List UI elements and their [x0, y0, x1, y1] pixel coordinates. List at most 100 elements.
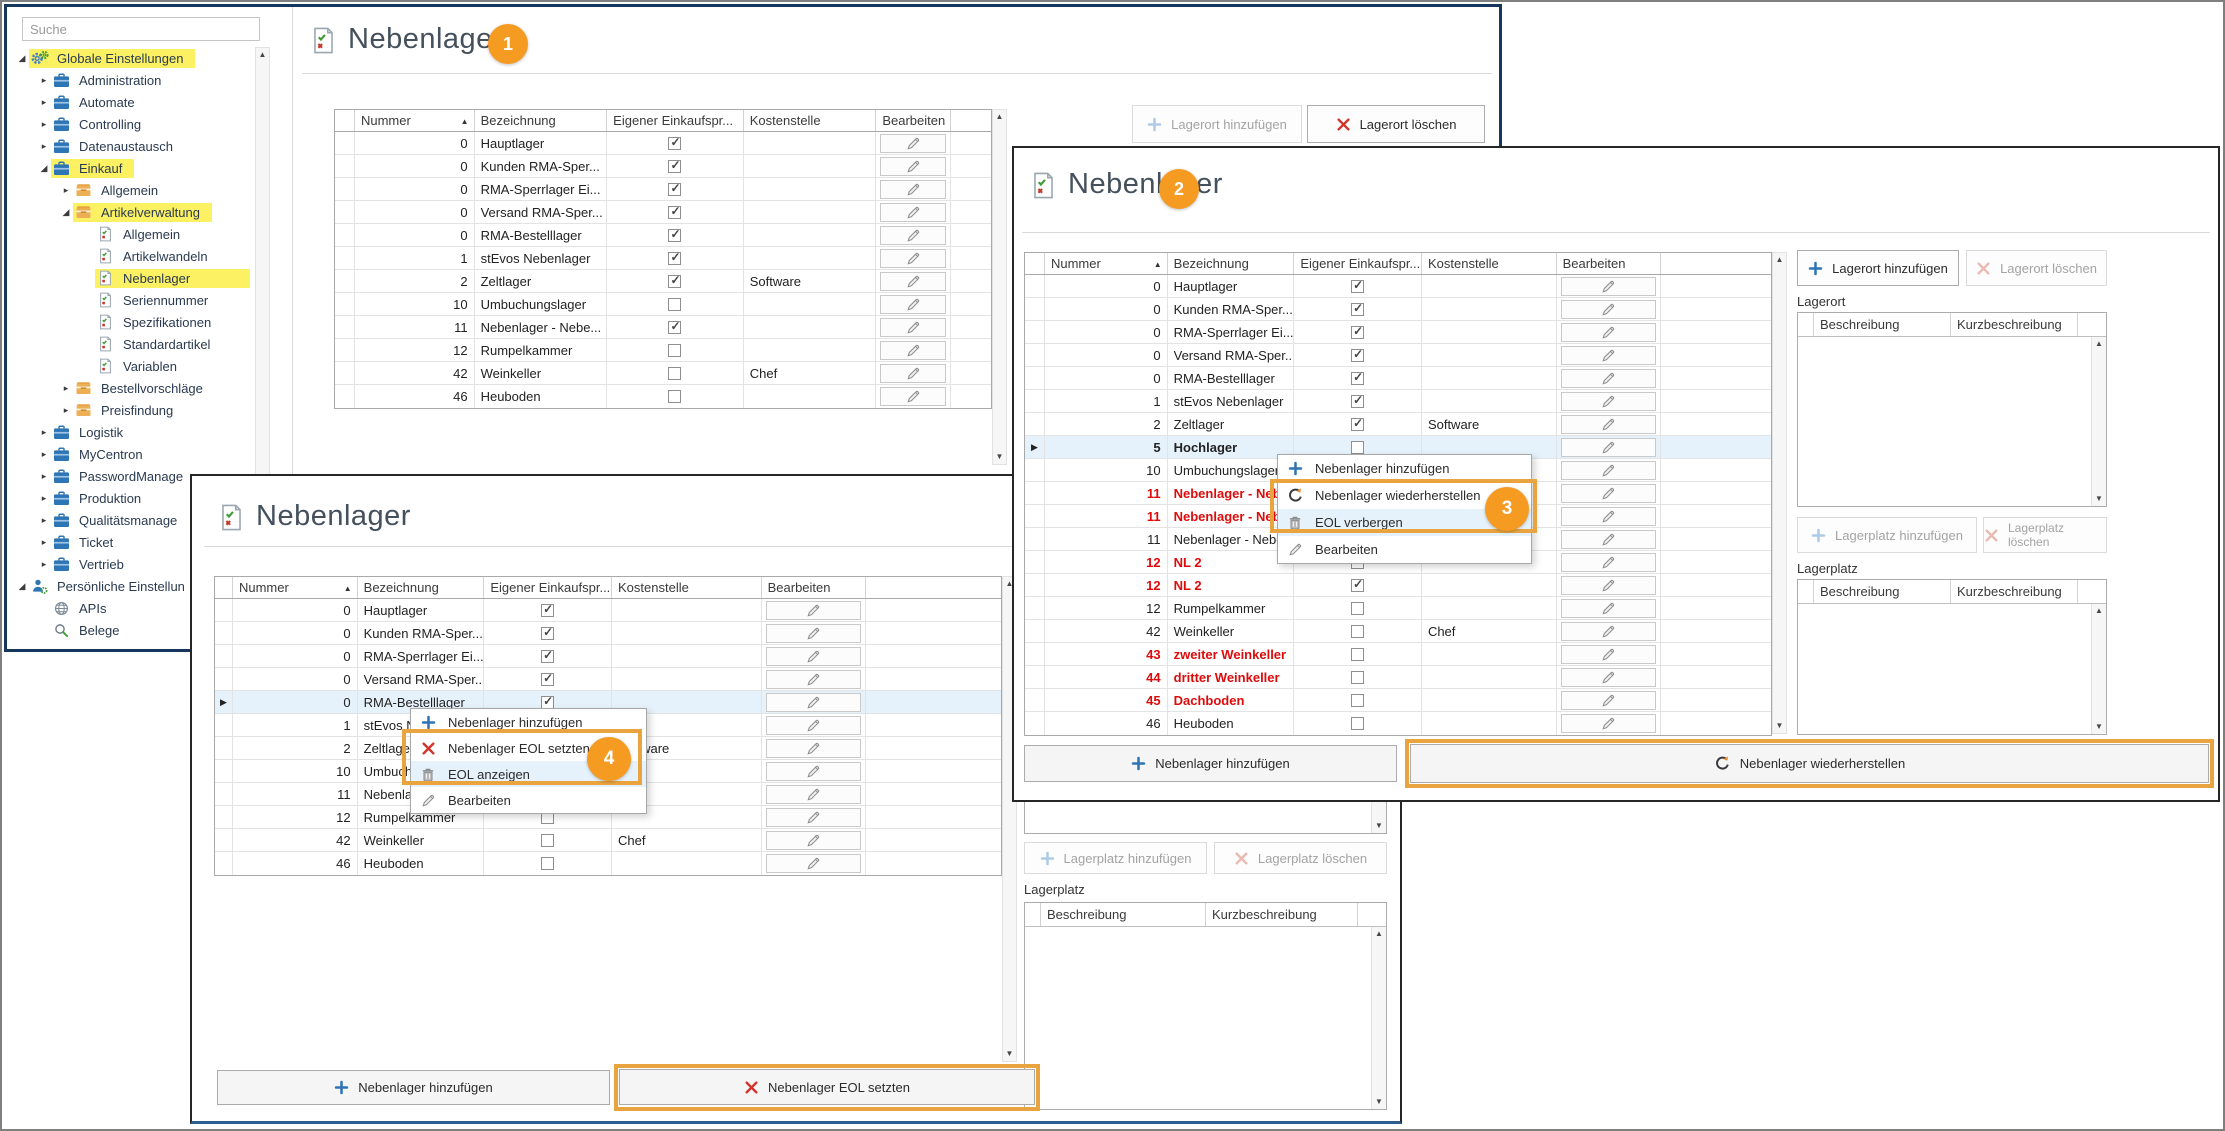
eigener-einkaufspreis-checkbox[interactable] — [668, 137, 681, 150]
edit-row-button[interactable] — [880, 249, 946, 268]
edit-row-button[interactable] — [880, 364, 946, 383]
table-row[interactable]: 2ZeltlagerSoftware — [1025, 413, 1771, 436]
column-header-nummer[interactable]: Nummer▲ — [355, 110, 475, 131]
eigener-einkaufspreis-checkbox[interactable] — [1351, 326, 1364, 339]
tree-item-allgemein[interactable]: Allgemein — [13, 223, 255, 245]
column-header-bezeichnung[interactable]: Bezeichnung — [475, 110, 608, 131]
eigener-einkaufspreis-checkbox[interactable] — [1351, 441, 1364, 454]
menu-item-nebenlager-hinzufügen[interactable]: Nebenlager hinzufügen — [411, 709, 646, 735]
eigener-einkaufspreis-checkbox[interactable] — [1351, 579, 1364, 592]
expander-open-icon[interactable]: ◢ — [15, 53, 29, 64]
table-row[interactable]: 0RMA-Sperrlager Ei... — [1025, 321, 1771, 344]
edit-row-button[interactable] — [766, 624, 862, 643]
add-lagerplatz-button[interactable]: Lagerplatz hinzufügen — [1797, 517, 1977, 553]
table-row[interactable]: 0Hauptlager — [1025, 275, 1771, 298]
edit-row-button[interactable] — [766, 716, 862, 735]
add-lagerort-button[interactable]: Lagerort hinzufügen — [1132, 105, 1302, 143]
table-row[interactable]: 1stEvos Nebenlager — [1025, 390, 1771, 413]
scroll-down-icon[interactable]: ▼ — [1003, 1047, 1016, 1061]
scroll-down-icon[interactable]: ▼ — [1372, 819, 1386, 833]
eigener-einkaufspreis-checkbox[interactable] — [541, 673, 554, 686]
scroll-up-icon[interactable]: ▲ — [1773, 253, 1786, 267]
expander-closed-icon[interactable]: ▸ — [37, 119, 51, 130]
table-row[interactable]: 0Versand RMA-Sper... — [215, 668, 1001, 691]
eigener-einkaufspreis-checkbox[interactable] — [668, 229, 681, 242]
table-row[interactable]: 44dritter Weinkeller — [1025, 666, 1771, 689]
search-input[interactable] — [22, 17, 260, 41]
eigener-einkaufspreis-checkbox[interactable] — [668, 390, 681, 403]
table-row[interactable]: 42WeinkellerChef — [215, 829, 1001, 852]
edit-row-button[interactable] — [766, 670, 862, 689]
eigener-einkaufspreis-checkbox[interactable] — [1351, 418, 1364, 431]
eigener-einkaufspreis-checkbox[interactable] — [1351, 303, 1364, 316]
table-row[interactable]: 1stEvos Nebenlager — [335, 247, 991, 270]
tree-item-seriennummer[interactable]: Seriennummer — [13, 289, 255, 311]
eigener-einkaufspreis-checkbox[interactable] — [1351, 349, 1364, 362]
eigener-einkaufspreis-checkbox[interactable] — [1351, 625, 1364, 638]
edit-row-button[interactable] — [1561, 507, 1657, 526]
edit-row-button[interactable] — [1561, 530, 1657, 549]
expander-closed-icon[interactable]: ▸ — [59, 383, 73, 394]
column-header-bearbeiten[interactable]: Bearbeiten — [762, 577, 867, 598]
tree-item-einkauf[interactable]: ◢Einkauf — [13, 157, 255, 179]
edit-row-button[interactable] — [1561, 645, 1657, 664]
column-header-bezeichnung[interactable]: Bezeichnung — [1168, 253, 1295, 274]
table-row[interactable]: 0Versand RMA-Sper... — [1025, 344, 1771, 367]
scroll-down-icon[interactable]: ▼ — [2092, 720, 2106, 734]
edit-row-button[interactable] — [766, 785, 862, 804]
restore-nebenlager-button[interactable]: Nebenlager wiederherstellen — [1410, 744, 2209, 783]
table-scrollbar[interactable]: ▲▼ — [992, 109, 1007, 465]
table-row[interactable]: 10Umbuchungslager — [335, 293, 991, 316]
edit-row-button[interactable] — [1561, 438, 1657, 457]
table-row[interactable]: 0Kunden RMA-Sper... — [215, 622, 1001, 645]
table-row[interactable]: 0Hauptlager — [335, 132, 991, 155]
eigener-einkaufspreis-checkbox[interactable] — [668, 275, 681, 288]
column-header-nummer[interactable]: Nummer▲ — [1045, 253, 1168, 274]
column-header-eigener-einkaufspreis[interactable]: Eigener Einkaufspr... — [1294, 253, 1422, 274]
tree-item-logistik[interactable]: ▸Logistik — [13, 421, 255, 443]
eigener-einkaufspreis-checkbox[interactable] — [668, 183, 681, 196]
menu-item-bearbeiten[interactable]: Bearbeiten — [411, 787, 646, 813]
eigener-einkaufspreis-checkbox[interactable] — [541, 857, 554, 870]
eigener-einkaufspreis-checkbox[interactable] — [1351, 395, 1364, 408]
edit-row-button[interactable] — [1561, 484, 1657, 503]
edit-row-button[interactable] — [880, 341, 946, 360]
edit-row-button[interactable] — [1561, 346, 1657, 365]
edit-row-button[interactable] — [1561, 369, 1657, 388]
add-nebenlager-button[interactable]: Nebenlager hinzufügen — [1024, 745, 1397, 782]
eigener-einkaufspreis-checkbox[interactable] — [668, 298, 681, 311]
edit-row-button[interactable] — [1561, 714, 1657, 733]
expander-open-icon[interactable]: ◢ — [15, 581, 29, 592]
edit-row-button[interactable] — [1561, 691, 1657, 710]
table-row[interactable]: 46Heuboden — [335, 385, 991, 408]
scroll-down-icon[interactable]: ▼ — [1773, 719, 1786, 733]
edit-row-button[interactable] — [880, 295, 946, 314]
expander-closed-icon[interactable]: ▸ — [37, 537, 51, 548]
edit-row-button[interactable] — [1561, 553, 1657, 572]
column-header-kurzbeschreibung[interactable]: Kurzbeschreibung — [1951, 313, 2078, 336]
table-row[interactable]: 46Heuboden — [215, 852, 1001, 875]
table-row[interactable]: 0RMA-Bestelllager — [335, 224, 991, 247]
tree-item-automate[interactable]: ▸Automate — [13, 91, 255, 113]
table-scrollbar[interactable]: ▲▼ — [1772, 252, 1787, 734]
edit-row-button[interactable] — [880, 272, 946, 291]
edit-row-button[interactable] — [880, 318, 946, 337]
tree-item-spezifikationen[interactable]: Spezifikationen — [13, 311, 255, 333]
expander-closed-icon[interactable]: ▸ — [37, 75, 51, 86]
edit-row-button[interactable] — [766, 647, 862, 666]
expander-closed-icon[interactable]: ▸ — [59, 185, 73, 196]
scroll-up-icon[interactable]: ▲ — [993, 110, 1006, 124]
expander-closed-icon[interactable]: ▸ — [37, 141, 51, 152]
scroll-down-icon[interactable]: ▼ — [1372, 1095, 1386, 1109]
column-header-kurzbeschreibung[interactable]: Kurzbeschreibung — [1206, 903, 1358, 926]
tree-item-allgemein[interactable]: ▸Allgemein — [13, 179, 255, 201]
table-row[interactable]: 12NL 2 — [1025, 574, 1771, 597]
tree-item-administration[interactable]: ▸Administration — [13, 69, 255, 91]
edit-row-button[interactable] — [766, 693, 862, 712]
column-header-kostenstelle[interactable]: Kostenstelle — [744, 110, 877, 131]
eigener-einkaufspreis-checkbox[interactable] — [541, 604, 554, 617]
eigener-einkaufspreis-checkbox[interactable] — [1351, 694, 1364, 707]
edit-row-button[interactable] — [1561, 461, 1657, 480]
table-row[interactable]: 2ZeltlagerSoftware — [335, 270, 991, 293]
eigener-einkaufspreis-checkbox[interactable] — [668, 206, 681, 219]
